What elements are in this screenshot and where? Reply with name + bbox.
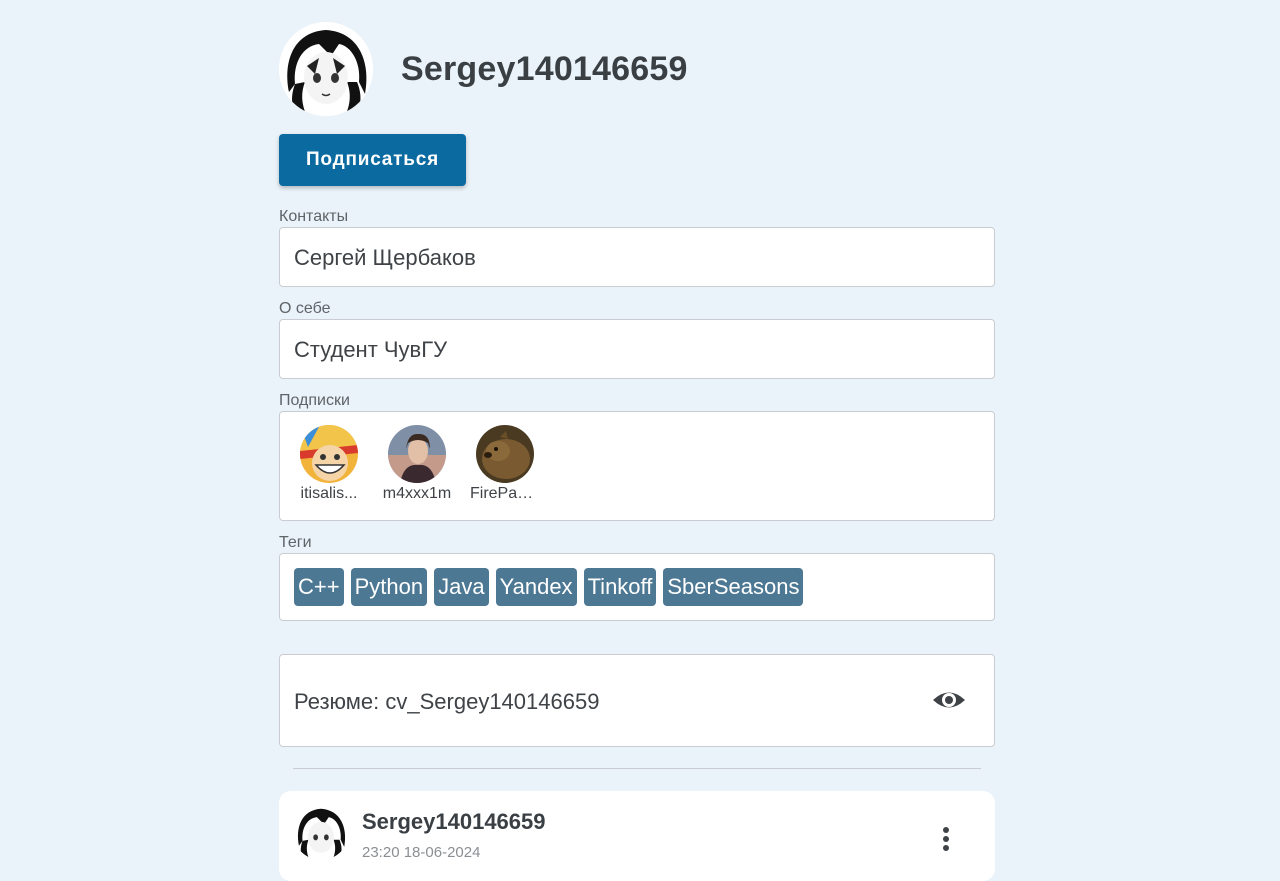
subscribe-button[interactable]: Подписаться [279,134,466,186]
eye-icon[interactable] [932,685,966,715]
subscriptions-list: itisalis... m4xxx1m FirePanc... [294,425,558,503]
about-value: Студент ЧувГУ [294,337,448,362]
divider [293,768,981,769]
post-card: Sergey140146659 23:20 18-06-2024 [279,791,995,881]
subscription-item[interactable]: FirePanc... [470,425,540,503]
profile-avatar [279,22,373,116]
tag-chip[interactable]: Python [350,568,428,606]
post-author-name[interactable]: Sergey140146659 [362,809,546,835]
contacts-value: Сергей Щербаков [294,245,476,270]
profile-username: Sergey140146659 [401,50,688,88]
subscription-name: itisalis... [300,485,358,502]
resume-card: Резюме: cv_Sergey140146659 [279,654,995,747]
subscription-item[interactable]: m4xxx1m [382,425,452,503]
tag-chip[interactable]: SberSeasons [663,568,804,606]
tags-label: Теги [279,534,312,551]
about-field: Студент ЧувГУ [279,319,995,379]
about-label: О себе [279,300,331,317]
tag-chip[interactable]: C++ [294,568,344,606]
tags-box: C++ Python Java Yandex Tinkoff SberSeaso… [279,553,995,621]
subscription-name: m4xxx1m [382,485,452,502]
subscription-item[interactable]: itisalis... [294,425,364,503]
tag-chip[interactable]: Tinkoff [583,568,657,606]
subscriptions-box: itisalis... m4xxx1m FirePanc... [279,411,995,521]
subscription-avatar [388,425,446,483]
subscription-avatar [300,425,358,483]
resume-title: Резюме: cv_Sergey140146659 [294,689,600,714]
post-date: 23:20 18-06-2024 [362,844,481,861]
profile-header: Sergey140146659 [279,22,995,118]
tags-list: C++ Python Java Yandex Tinkoff SberSeaso… [294,568,810,606]
tag-chip[interactable]: Java [434,568,489,606]
subscription-name: FirePanc... [470,485,540,502]
more-vertical-icon[interactable] [936,825,956,855]
subscriptions-label: Подписки [279,392,350,409]
contacts-field: Сергей Щербаков [279,227,995,287]
subscription-avatar [476,425,534,483]
tag-chip[interactable]: Yandex [495,568,577,606]
post-author-avatar[interactable] [293,804,349,860]
contacts-label: Контакты [279,208,349,225]
